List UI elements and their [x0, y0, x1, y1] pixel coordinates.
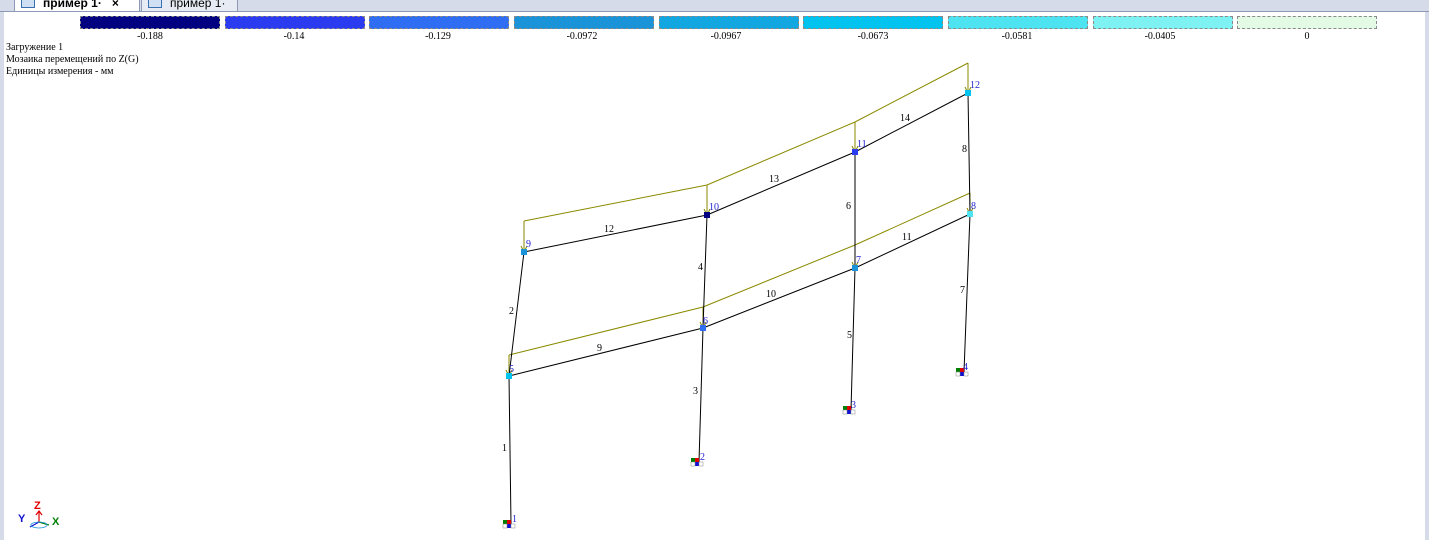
node-label: 4: [963, 362, 968, 373]
node-label: 8: [971, 201, 976, 212]
node-label: 9: [526, 239, 531, 250]
element-label: 13: [769, 174, 779, 185]
element-label: 9: [597, 343, 602, 354]
node-label: 1: [512, 514, 517, 525]
element-label: 14: [900, 113, 910, 124]
node-label: 2: [700, 452, 705, 463]
axes-triad: Z Y X: [18, 500, 60, 529]
element-4[interactable]: [702, 214, 708, 329]
element-label: 2: [509, 306, 514, 317]
y-axis-label: Y: [18, 513, 26, 525]
element-1[interactable]: [508, 375, 512, 525]
element-labels: 1 2 3 4 5 6 7 8 9 10 11 12 13 14: [502, 113, 967, 454]
element-label: 4: [698, 262, 703, 273]
element-label: 6: [846, 201, 851, 212]
element-13[interactable]: [706, 151, 856, 216]
element-8[interactable]: [967, 92, 971, 215]
frame-model: 1 2 3 4 5 6 7 8 9 10 11 12 1 2 3 4 5 6 7…: [502, 62, 980, 529]
node-label: 3: [851, 400, 856, 411]
element-12[interactable]: [523, 214, 708, 253]
deformed-top-beam: [523, 62, 969, 222]
element-9[interactable]: [508, 327, 704, 377]
element-14[interactable]: [854, 92, 969, 153]
element-11[interactable]: [854, 213, 971, 269]
deformed-middle-beam: [508, 192, 971, 356]
node-label: 5: [509, 364, 514, 375]
frame-elements: [508, 92, 971, 525]
z-axis-label: Z: [34, 500, 41, 512]
element-label: 5: [847, 330, 852, 341]
element-label: 3: [693, 386, 698, 397]
coordinate-axes-icon: Z Y X: [16, 498, 66, 534]
node-label: 11: [857, 139, 867, 150]
element-label: 7: [960, 285, 965, 296]
node-label: 7: [856, 255, 861, 266]
element-label: 8: [962, 144, 967, 155]
node-labels: 1 2 3 4 5 6 7 8 9 10 11 12: [509, 80, 980, 525]
supports: [502, 368, 969, 529]
element-label: 10: [766, 289, 776, 300]
element-label: 12: [604, 224, 614, 235]
node-label: 12: [970, 80, 980, 91]
element-label: 1: [502, 443, 507, 454]
deformed-shape: [508, 62, 971, 376]
node-label: 6: [703, 316, 708, 327]
x-axis-label: X: [52, 516, 60, 528]
element-label: 11: [902, 232, 912, 243]
node-label: 10: [709, 202, 719, 213]
element-3[interactable]: [698, 327, 704, 463]
